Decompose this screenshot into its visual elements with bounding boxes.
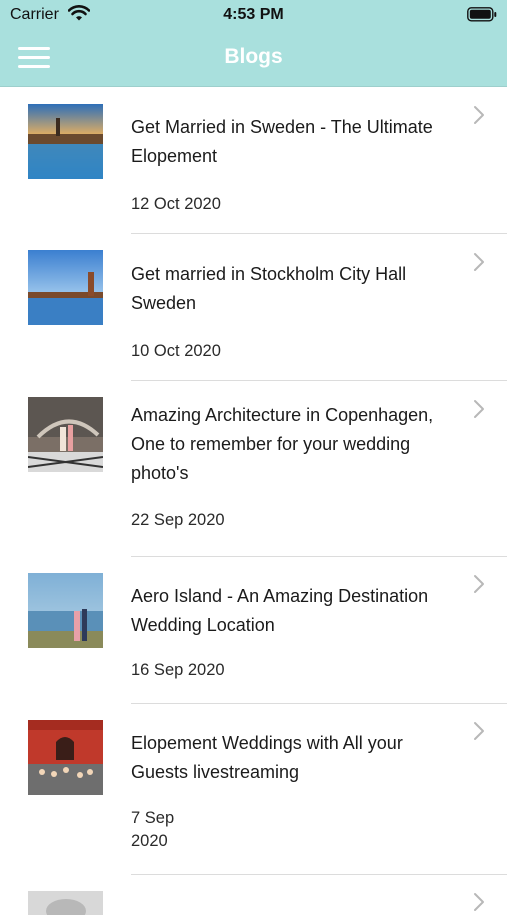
blog-date: 22 Sep 2020 [131, 511, 225, 529]
blog-thumbnail [28, 104, 103, 179]
nav-bar: Carrier 4:53 PM Blogs [0, 0, 507, 87]
blog-date-day: 7 Sep [131, 809, 175, 827]
blog-list-item[interactable]: Elopement Weddings with All your Guests … [0, 704, 507, 875]
chevron-right-icon [473, 105, 485, 130]
blog-title: Get Married in Sweden - The Ultimate Elo… [131, 117, 433, 166]
blog-date: 10 Oct 2020 [131, 342, 221, 360]
status-time: 4:53 PM [223, 6, 284, 23]
chevron-right-icon [473, 399, 485, 424]
blog-title: Elopement Weddings with All your Guests … [131, 733, 403, 782]
battery-icon [467, 7, 497, 27]
status-bar: Carrier 4:53 PM [0, 0, 507, 30]
blog-date-year: 2020 [131, 832, 168, 850]
chevron-right-icon [473, 721, 485, 746]
blog-title: Amazing Architecture in Copenhagen, One … [131, 405, 434, 483]
blog-list-item[interactable]: Amazing Architecture in Copenhagen, One … [0, 381, 507, 557]
blog-list-item[interactable] [0, 875, 507, 915]
blog-thumbnail [28, 573, 103, 648]
blog-date: 16 Sep 2020 [131, 661, 225, 679]
blog-date: 12 Oct 2020 [131, 195, 221, 213]
chevron-right-icon [473, 574, 485, 599]
blog-list-item[interactable]: Get Married in Sweden - The Ultimate Elo… [0, 87, 507, 234]
chevron-right-icon [473, 892, 485, 917]
blog-list: Get Married in Sweden - The Ultimate Elo… [0, 87, 507, 915]
blog-title: Get married in Stockholm City Hall Swede… [131, 264, 407, 313]
blog-thumbnail [28, 250, 103, 325]
chevron-right-icon [473, 252, 485, 277]
blog-thumbnail [28, 720, 103, 795]
blog-thumbnail [28, 891, 103, 915]
blog-list-item[interactable]: Get married in Stockholm City Hall Swede… [0, 234, 507, 381]
blog-thumbnail [28, 397, 103, 472]
blog-title: Aero Island - An Amazing Destination Wed… [131, 586, 429, 635]
page-title: Blogs [224, 45, 283, 68]
blog-list-item[interactable]: Aero Island - An Amazing Destination Wed… [0, 557, 507, 704]
